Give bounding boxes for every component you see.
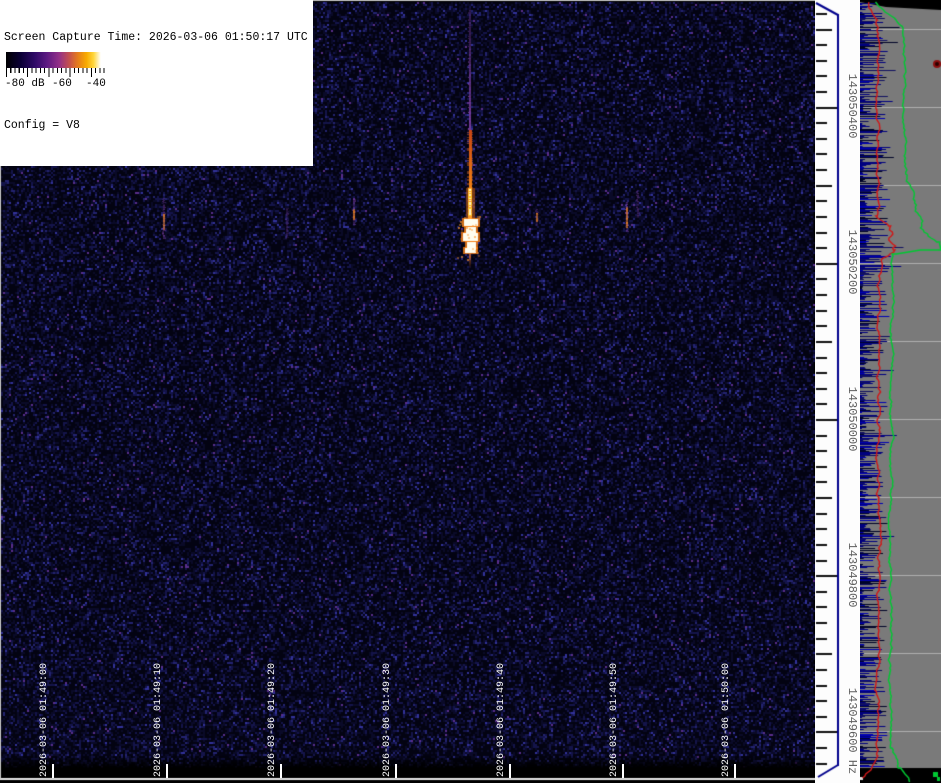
time-tick-label: 2026-03-06 01:49:20 (267, 663, 279, 777)
time-tick-label: 2026-03-06 01:49:40 (496, 663, 508, 777)
freq-tick-label: 143050200 (845, 230, 858, 295)
colorbar-labels: -80 dB -60 -40 (2, 77, 112, 93)
time-axis-tick (734, 764, 736, 778)
colorbar-label-min: -80 dB (5, 78, 45, 90)
time-tick-label: 2026-03-06 01:50:00 (721, 663, 733, 777)
time-axis-tick (166, 764, 168, 778)
time-tick-label: 2026-03-06 01:49:30 (382, 663, 394, 777)
time-axis-tick (622, 764, 624, 778)
time-tick-label: 2026-03-06 01:49:10 (153, 663, 165, 777)
colorbar-label-mid: -60 (52, 78, 72, 90)
colorbar-major-ticks (6, 68, 108, 77)
config-line: Config = V8 (4, 119, 308, 134)
colorbar-gradient (6, 52, 108, 68)
colorbar: -80 dB -60 -40 (2, 49, 112, 95)
time-tick-label: 2026-03-06 01:49:00 (39, 663, 51, 777)
capture-time-line: Screen Capture Time: 2026-03-06 01:50:17… (4, 31, 308, 46)
colorbar-ticks (6, 68, 108, 77)
time-axis-tick (509, 764, 511, 778)
spectrogram-screen: 143050400 143050200 143050000 143049800 1430… (0, 0, 941, 783)
time-axis-tick (395, 764, 397, 778)
time-axis-tick (52, 764, 54, 778)
freq-tick-label: 143049800 (845, 543, 858, 608)
freq-tick-label: 143049600 Hz (845, 688, 858, 774)
time-axis-tick (280, 764, 282, 778)
spectrum-panel-canvas (860, 0, 941, 783)
freq-tick-label: 143050000 (845, 387, 858, 452)
colorbar-label-max: -40 (86, 78, 106, 90)
time-tick-label: 2026-03-06 01:49:50 (609, 663, 621, 777)
freq-tick-label: 143050400 (845, 74, 858, 139)
freq-axis: 143050400 143050200 143050000 143049800 1430… (815, 0, 860, 783)
